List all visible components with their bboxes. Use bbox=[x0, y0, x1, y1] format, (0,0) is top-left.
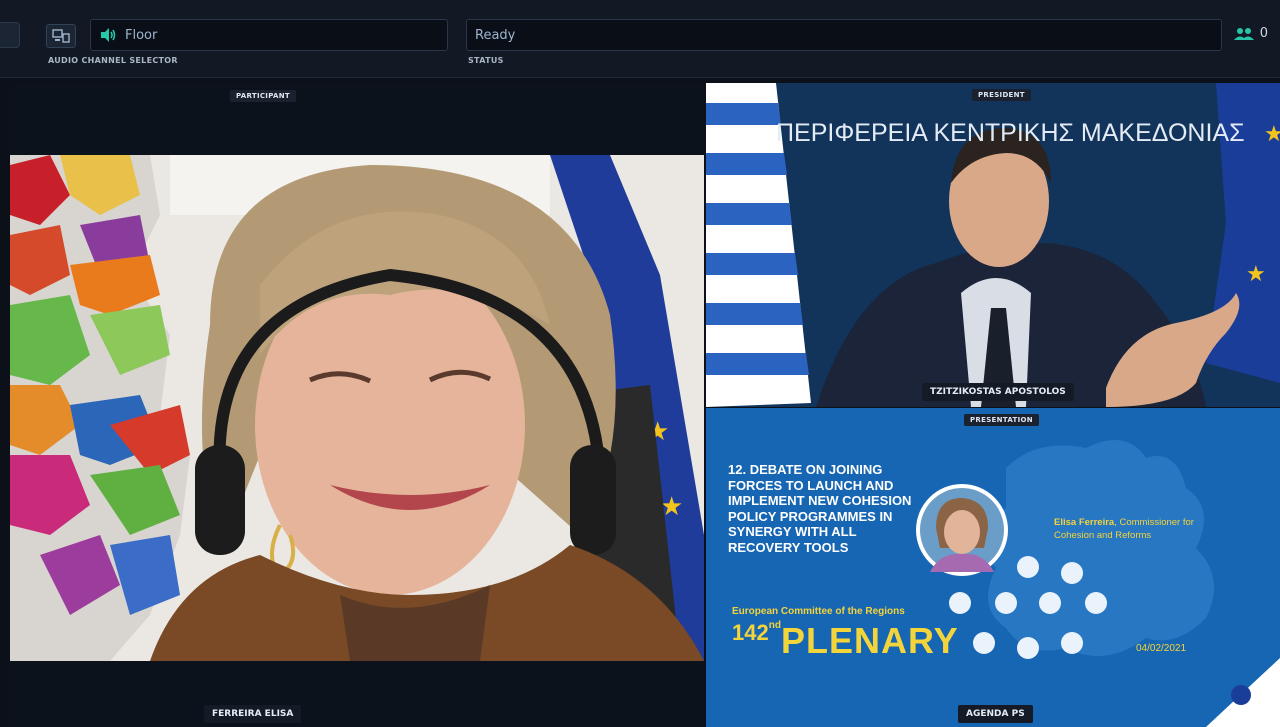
audio-channel-select[interactable]: Floor bbox=[90, 19, 448, 51]
device-selector-icon bbox=[52, 29, 70, 43]
speaker-photo bbox=[920, 488, 1004, 572]
participants-icon bbox=[1233, 27, 1254, 40]
status-field: Ready bbox=[466, 19, 1222, 51]
participant-tag: PARTICIPANT bbox=[230, 90, 296, 102]
president-name: TZITZIKOSTAS APOSTOLOS bbox=[922, 383, 1074, 401]
agenda-item-number: 12. bbox=[728, 462, 747, 477]
audio-channel-caption: AUDIO CHANNEL SELECTOR bbox=[48, 56, 178, 65]
plenary-suffix: nd bbox=[768, 620, 781, 631]
president-video: ★ ★ ΠΕΡΙΦΕΡΕΙΑ ΚΕΝΤΡΙΚΗΣ ΜΑΚΕΔΟΝΙΑΣ bbox=[706, 83, 1280, 407]
presentation-name: AGENDA PS bbox=[958, 705, 1033, 723]
plenary-heading: 142ndPLENARY bbox=[732, 620, 959, 662]
plenary-number: 142 bbox=[732, 620, 769, 645]
agenda-item-title: 12. DEBATE ON JOINING FORCES TO LAUNCH A… bbox=[728, 462, 918, 555]
participant-name: FERREIRA ELISA bbox=[204, 705, 302, 723]
audio-channel-value: Floor bbox=[125, 27, 158, 43]
svg-text:★: ★ bbox=[1246, 262, 1266, 287]
speaker-icon bbox=[101, 28, 116, 42]
president-panel: ★ ★ ΠΕΡΙΦΕΡΕΙΑ ΚΕΝΤΡΙΚΗΣ ΜΑΚΕΔΟΝΙΑΣ PRES… bbox=[706, 83, 1280, 407]
control-bar: Floor AUDIO CHANNEL SELECTOR Ready STATU… bbox=[0, 0, 1280, 78]
speaker-caption: Elisa Ferreira, Commissioner for Cohesio… bbox=[1054, 516, 1214, 542]
agenda-item-text: DEBATE ON JOINING FORCES TO LAUNCH AND I… bbox=[728, 462, 912, 555]
presentation-tag: PRESENTATION bbox=[964, 414, 1039, 426]
participant-panel: PARTICIPANT ★ ★ FERREIRA ELISA bbox=[10, 83, 704, 727]
participant-video-frame: ★ ★ bbox=[10, 155, 704, 661]
plenary-word: PLENARY bbox=[780, 620, 959, 661]
participant-count-value: 0 bbox=[1259, 26, 1268, 41]
speaker-name: Elisa Ferreira bbox=[1054, 517, 1115, 528]
device-selector-button[interactable] bbox=[46, 24, 76, 48]
participant-count[interactable]: 0 bbox=[1233, 26, 1268, 41]
president-tag: PRESIDENT bbox=[972, 89, 1031, 101]
status-caption: STATUS bbox=[468, 56, 504, 65]
collapse-handle[interactable] bbox=[0, 22, 20, 48]
svg-text:★: ★ bbox=[1264, 122, 1280, 147]
presentation-panel: PRESENTATION 12. DEBATE ON JOINING FORCE… bbox=[706, 408, 1280, 727]
backdrop-text: ΠΕΡΙΦΕΡΕΙΑ ΚΕΝΤΡΙΚΗΣ ΜΑΚΕΔΟΝΙΑΣ bbox=[776, 119, 1245, 147]
committee-name: European Committee of the Regions bbox=[732, 606, 905, 617]
presentation-date: 04/02/2021 bbox=[1136, 643, 1187, 654]
speaker-portrait bbox=[916, 484, 1008, 576]
status-value: Ready bbox=[475, 27, 516, 43]
participant-video: ★ ★ bbox=[10, 155, 704, 661]
